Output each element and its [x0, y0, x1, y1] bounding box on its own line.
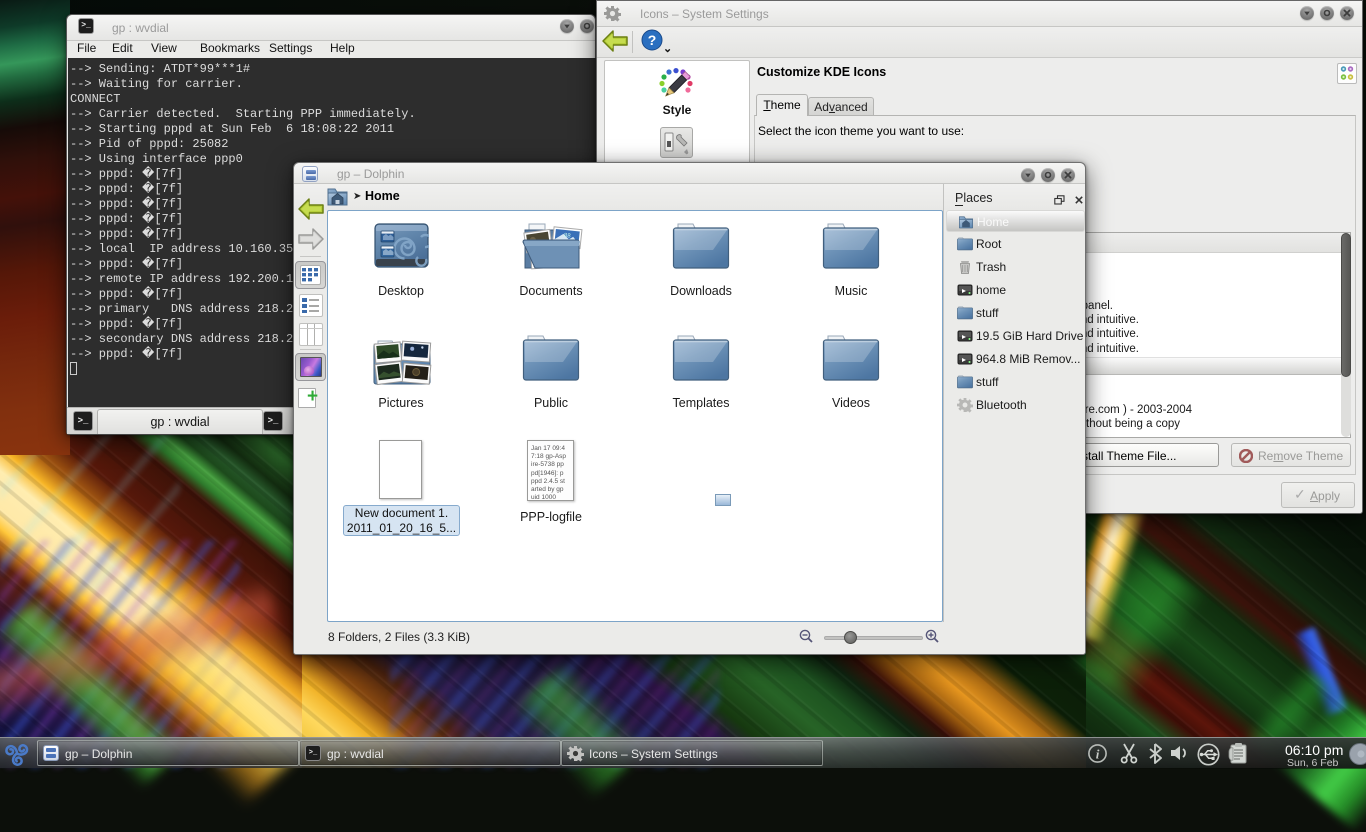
svg-text:?: ?: [648, 32, 657, 48]
svg-text:88: 88: [564, 233, 572, 240]
svg-text:i: i: [1096, 747, 1100, 762]
